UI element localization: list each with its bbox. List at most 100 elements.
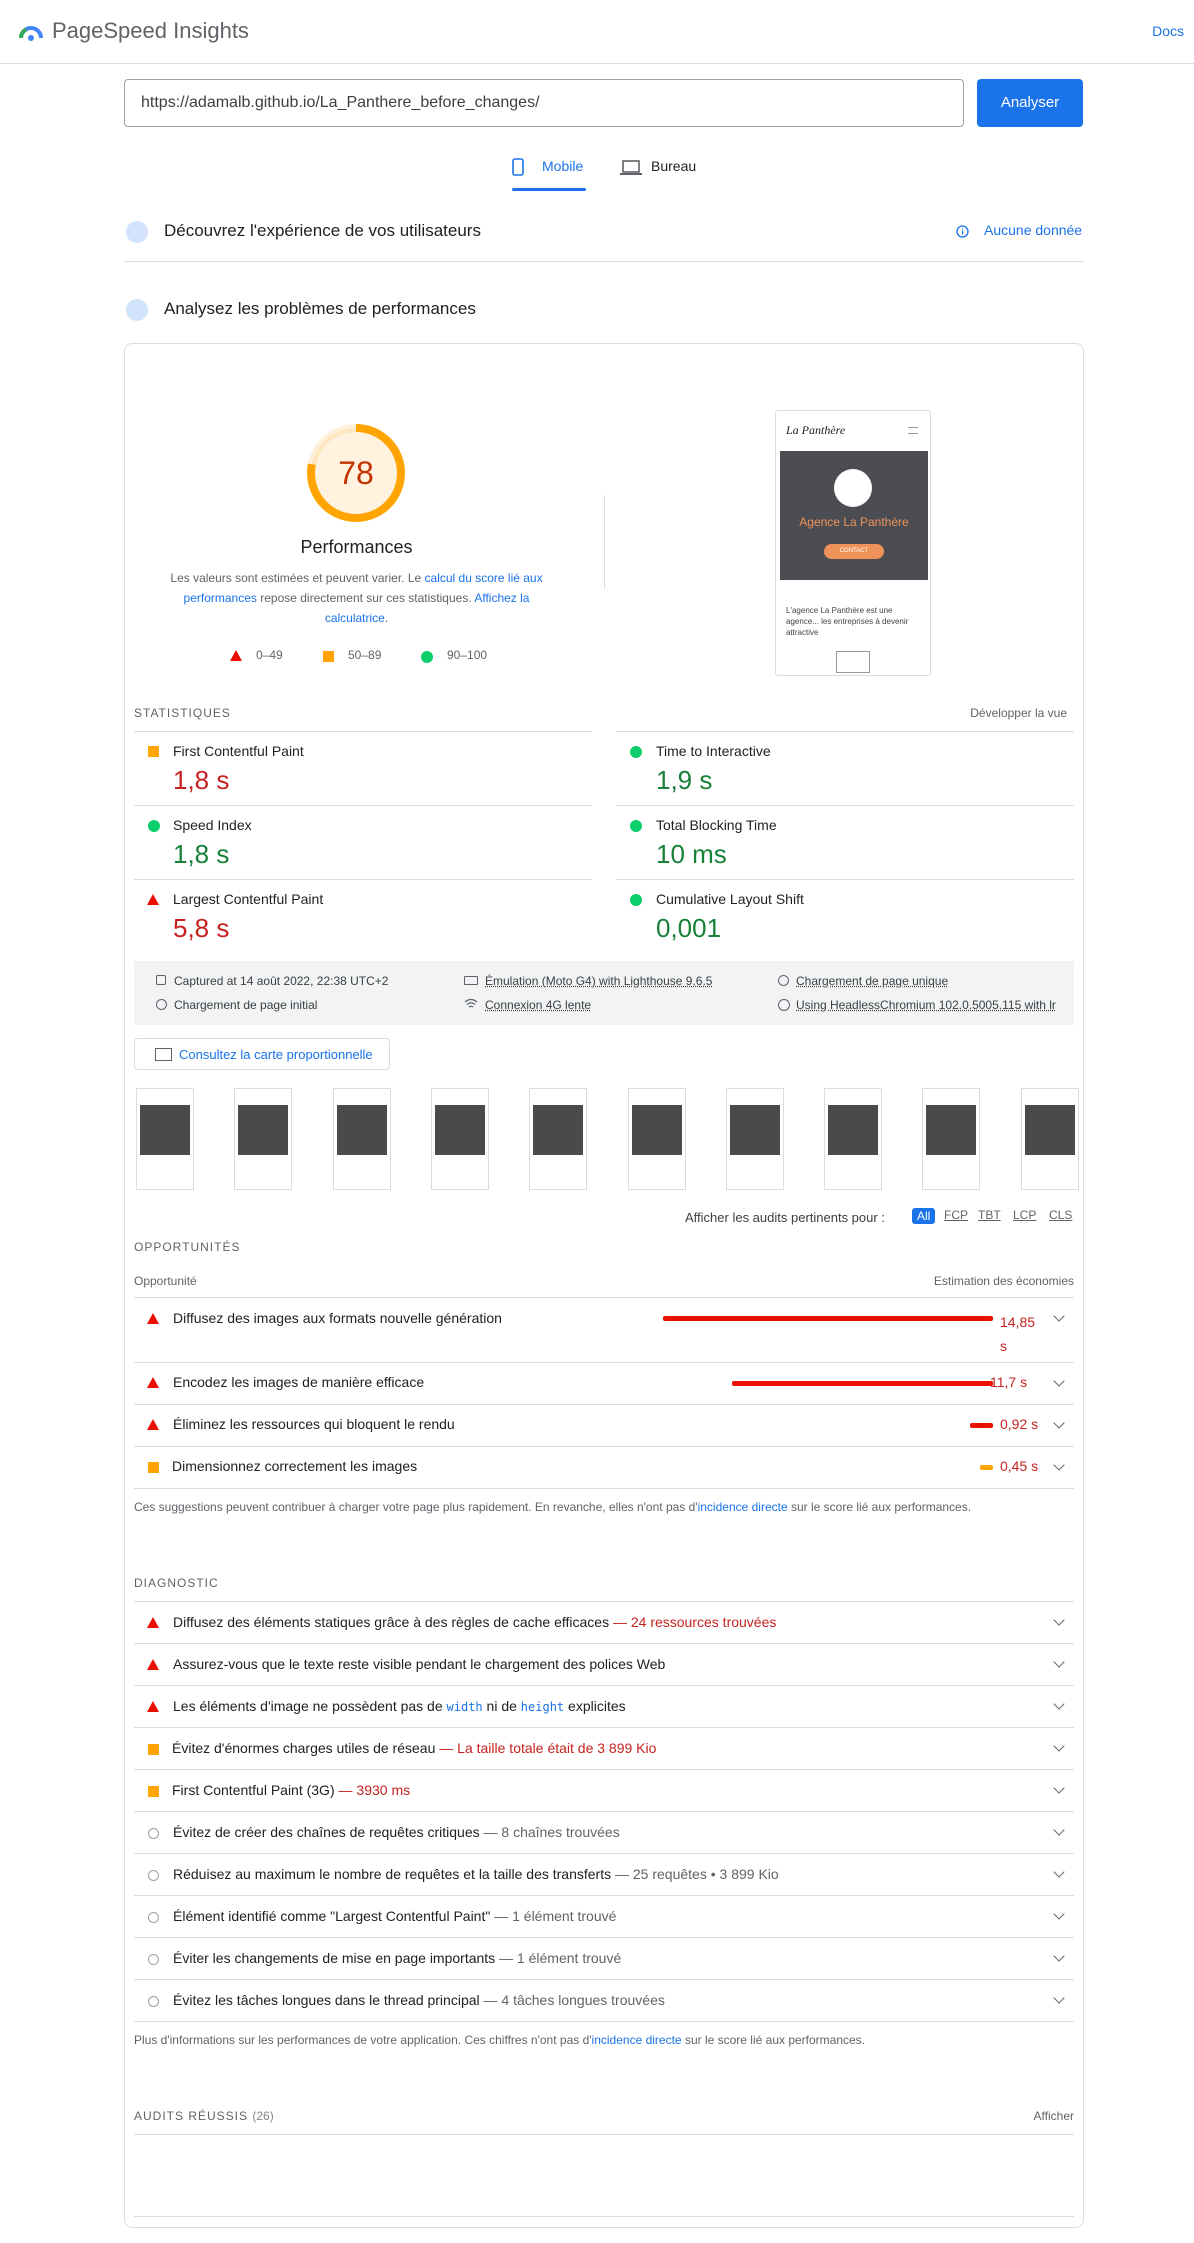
diagnostic-detail: — 4 tâches longues trouvées [483, 1992, 665, 2008]
single-load-info[interactable]: Chargement de page unique [796, 974, 948, 988]
frame-thumbnail [533, 1105, 584, 1155]
opportunities-note: Ces suggestions peuvent contribuer à cha… [134, 1500, 972, 1514]
savings-bar [970, 1423, 993, 1428]
legend-fail: 0–49 [256, 648, 283, 662]
filter-chip-cls[interactable]: CLS [1049, 1208, 1072, 1222]
url-input[interactable]: https://adamalb.github.io/La_Panthere_be… [124, 79, 964, 127]
field-data-title: Découvrez l'expérience de vos utilisateu… [164, 221, 481, 240]
wifi-icon [464, 998, 478, 1008]
row-divider [134, 1685, 1074, 1686]
tab-active-indicator [512, 188, 586, 191]
direct-impact-link[interactable]: incidence directe [698, 1500, 788, 1514]
emulation-info[interactable]: Émulation (Moto G4) with Lighthouse 9.6.… [485, 974, 712, 988]
filter-chip-lcp[interactable]: LCP [1013, 1208, 1036, 1222]
row-divider [134, 1937, 1074, 1938]
panther-logo-icon [834, 469, 872, 507]
metric-divider [134, 879, 592, 880]
opportunity-title: Diffusez des images aux formats nouvelle… [173, 1310, 502, 1326]
diagnostic-title: Éviter les changements de mise en page i… [173, 1950, 622, 1966]
row-divider [134, 2134, 1074, 2135]
device-icon [464, 976, 478, 985]
row-divider [134, 1811, 1074, 1812]
pass-icon [630, 820, 642, 832]
si-label: Speed Index [173, 817, 252, 833]
lcp-label: Largest Contentful Paint [173, 891, 324, 907]
frame-thumbnail [434, 1105, 485, 1155]
diagnostic-detail: — 1 élément trouvé [494, 1908, 617, 1924]
tti-value: 1,9 s [656, 765, 713, 795]
savings-value: 0,92 s [1000, 1416, 1039, 1432]
average-icon [148, 1744, 159, 1755]
laptop-icon [620, 160, 642, 175]
opportunity-col-label: Opportunité [134, 1274, 197, 1288]
analyze-button[interactable]: Analyser [977, 79, 1083, 127]
passed-audits-header[interactable]: AUDITS RÉUSSIS (26) [134, 2109, 274, 2123]
tab-desktop-label: Bureau [651, 158, 697, 174]
frame-thumbnail [926, 1105, 977, 1155]
informative-icon [148, 1954, 159, 1965]
pass-icon [630, 894, 642, 906]
filter-chip-fcp[interactable]: FCP [944, 1208, 968, 1222]
direct-impact-link[interactable]: incidence directe [592, 2033, 682, 2047]
row-divider [134, 2021, 1074, 2022]
average-icon [148, 746, 159, 757]
diagnostics-header: DIAGNOSTIC [134, 1576, 219, 1590]
performance-gauge: 78 [307, 424, 405, 522]
filmstrip-frame [136, 1088, 194, 1190]
preview-text: L'agence La Panthère est une agence... l… [786, 606, 909, 637]
docs-link[interactable]: Docs [1152, 23, 1184, 39]
fcp-label: First Contentful Paint [173, 743, 304, 759]
filmstrip-frame [529, 1088, 588, 1190]
lab-data-title: Analysez les problèmes de performances [164, 299, 476, 318]
show-passed-toggle[interactable]: Afficher [1034, 2109, 1074, 2123]
diagnostic-title: Élément identifié comme "Largest Content… [173, 1908, 617, 1924]
brand-title[interactable]: PageSpeed Insights [52, 18, 249, 44]
cls-value: 0,001 [656, 913, 722, 943]
preview-footer-icon [836, 651, 870, 673]
fail-icon [147, 1419, 159, 1430]
diagnostic-detail: — 24 ressources trouvées [612, 1614, 777, 1630]
row-divider [134, 1297, 1074, 1298]
fail-icon [147, 1701, 159, 1712]
filmstrip-frame [922, 1088, 981, 1190]
diagnostic-detail: — 8 chaînes trouvées [483, 1824, 620, 1840]
tbt-value: 10 ms [656, 839, 727, 869]
treemap-button[interactable]: Consultez la carte proportionnelle [134, 1038, 390, 1070]
diagnostic-detail: — 3930 ms [338, 1782, 411, 1798]
filmstrip-frame [824, 1088, 883, 1190]
filmstrip-frame [627, 1088, 686, 1190]
captured-at: Captured at 14 août 2022, 22:38 UTC+2 [174, 974, 389, 988]
score-note: Les valeurs sont estimées et peuvent var… [170, 571, 543, 625]
row-divider [134, 1979, 1074, 1980]
fail-icon [147, 1659, 159, 1670]
diagnostic-title: Les éléments d'image ne possèdent pas de… [173, 1698, 626, 1714]
network-info[interactable]: Connexion 4G lente [485, 998, 591, 1012]
no-data-link[interactable]: Aucune donnée [984, 222, 1082, 238]
frame-thumbnail [336, 1105, 387, 1155]
row-divider [134, 1727, 1074, 1728]
treemap-label: Consultez la carte proportionnelle [179, 1047, 373, 1062]
lcp-value: 5,8 s [173, 913, 230, 943]
informative-icon [148, 1870, 159, 1881]
savings-value: 0,45 s [1000, 1458, 1039, 1474]
expand-view-toggle[interactable]: Développer la vue [970, 706, 1067, 720]
diagnostic-title: Évitez de créer des chaînes de requêtes … [173, 1824, 620, 1840]
filter-chip-tbt[interactable]: TBT [978, 1208, 1001, 1222]
row-divider [134, 1643, 1074, 1644]
browser-info[interactable]: Using HeadlessChromium 102.0.5005.115 wi… [796, 998, 1071, 1012]
metric-divider [616, 805, 1074, 806]
opportunities-header: OPPORTUNITÉS [134, 1240, 241, 1254]
chrome-icon [778, 999, 790, 1011]
fail-icon [147, 1377, 159, 1388]
legend-average: 50–89 [348, 648, 382, 662]
frame-thumbnail [729, 1105, 780, 1155]
filmstrip-frame [1020, 1088, 1079, 1190]
filter-chip-all[interactable]: All [912, 1208, 936, 1224]
metric-divider [134, 731, 592, 732]
row-divider [134, 1853, 1074, 1854]
average-legend-icon [323, 651, 334, 662]
savings-bar [663, 1316, 993, 1321]
fail-icon [147, 1617, 159, 1628]
filmstrip-frame [234, 1088, 293, 1190]
tbt-label: Total Blocking Time [656, 817, 777, 833]
